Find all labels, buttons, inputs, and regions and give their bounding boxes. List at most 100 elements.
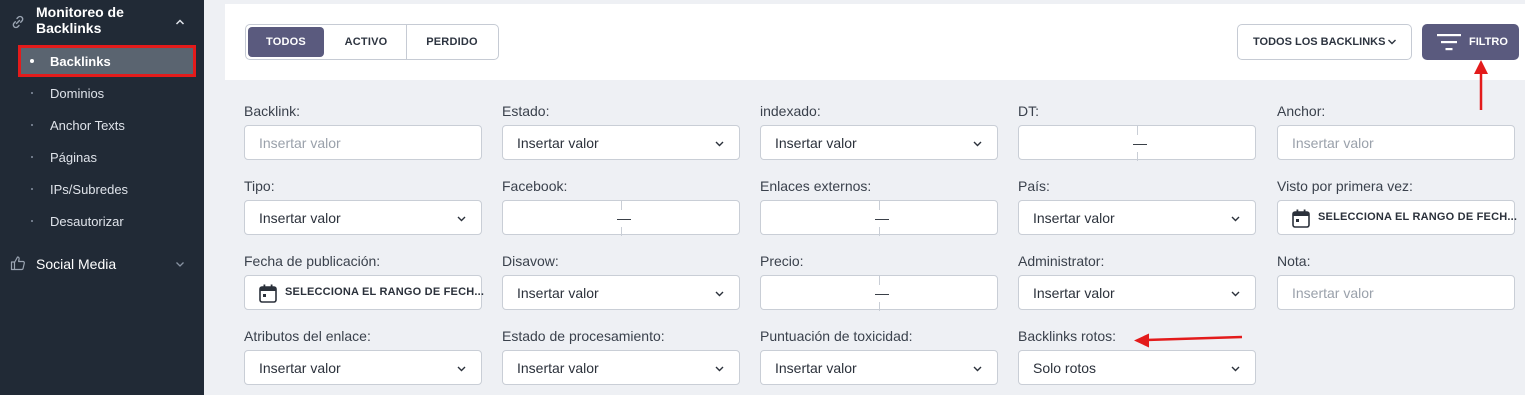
backlinks-scope-dropdown[interactable]: TODOS LOS BACKLINKS	[1237, 24, 1412, 60]
annotation-arrow-up-icon	[1474, 60, 1488, 110]
select-value: Insertar valor	[259, 360, 341, 376]
sidebar-group-backlink-monitoring[interactable]: Monitoreo de Backlinks	[0, 4, 204, 38]
fecha-publicacion-date-range-picker[interactable]: SELECCIONA EL RANGO DE FECH...	[244, 275, 485, 310]
sidebar-group-title-line2: Backlinks	[36, 20, 102, 36]
tipo-select[interactable]: Insertar valor	[244, 200, 482, 235]
chevron-down-icon	[176, 262, 184, 267]
dt-range-input[interactable]: —	[1018, 125, 1256, 161]
input-placeholder: Insertar valor	[259, 135, 341, 151]
status-tabs: TODOS ACTIVO PERDIDO	[245, 24, 499, 60]
visto-date-range-picker[interactable]: SELECCIONA EL RANGO DE FECH...	[1277, 200, 1518, 235]
chevron-down-icon	[1231, 216, 1240, 222]
chevron-up-icon	[175, 19, 185, 25]
sidebar-item-label: Anchor Texts	[50, 117, 125, 133]
bullet-icon	[31, 188, 33, 190]
sidebar-group-title: Social Media	[36, 256, 117, 272]
chevron-down-icon	[457, 216, 466, 222]
estado-select[interactable]: Insertar valor	[502, 125, 740, 160]
calendar-icon	[259, 284, 277, 303]
sidebar-group-title-line1: Monitoreo de	[36, 4, 124, 20]
backlink-input[interactable]: Insertar valor	[244, 125, 482, 160]
sidebar-item-label: IPs/Subredes	[50, 181, 129, 197]
sidebar-item-desautorizar[interactable]: Desautorizar	[18, 206, 196, 236]
date-range-placeholder: SELECCIONA EL RANGO DE FECH...	[1318, 211, 1518, 223]
indexado-select[interactable]: Insertar valor	[760, 125, 998, 160]
field-label: Fecha de publicación:	[244, 253, 381, 269]
range-separator: —	[875, 210, 889, 226]
sidebar-item-anchor-texts[interactable]: Anchor Texts	[18, 110, 196, 140]
field-label: Visto por primera vez:	[1277, 178, 1413, 194]
chevron-down-icon	[715, 291, 724, 297]
administrator-select[interactable]: Insertar valor	[1018, 275, 1256, 310]
bullet-icon	[31, 124, 33, 126]
calendar-icon	[1292, 209, 1310, 228]
field-label: Estado de procesamiento:	[502, 328, 665, 344]
estado-procesamiento-select[interactable]: Insertar valor	[502, 350, 740, 385]
sidebar-group-title: Monitoreo de Backlinks	[36, 4, 124, 36]
field-label: Facebook:	[502, 178, 568, 194]
field-label: DT:	[1018, 103, 1039, 119]
sidebar-item-label: Backlinks	[50, 53, 111, 69]
toxicidad-select[interactable]: Insertar valor	[760, 350, 998, 385]
sidebar-item-ips-subredes[interactable]: IPs/Subredes	[18, 174, 196, 204]
select-value: Insertar valor	[775, 360, 857, 376]
select-value: Insertar valor	[775, 135, 857, 151]
select-value: Insertar valor	[517, 360, 599, 376]
tab-perdido[interactable]: PERDIDO	[407, 25, 497, 59]
backlinks-rotos-select[interactable]: Solo rotos	[1018, 350, 1256, 385]
chevron-down-icon	[973, 141, 982, 147]
disavow-select[interactable]: Insertar valor	[502, 275, 740, 310]
field-label: Backlinks rotos:	[1018, 328, 1117, 344]
field-label: indexado:	[760, 103, 821, 119]
nota-input[interactable]: Insertar valor	[1277, 275, 1515, 310]
sidebar-item-label: Dominios	[50, 85, 105, 101]
field-label: Enlaces externos:	[760, 178, 872, 194]
sidebar-item-label: Páginas	[50, 149, 97, 165]
select-value: Solo rotos	[1033, 360, 1097, 376]
field-label: Puntuación de toxicidad:	[760, 328, 913, 344]
chevron-down-icon	[457, 366, 466, 372]
annotation-arrow-left-icon	[1134, 333, 1243, 348]
thumbs-up-icon	[10, 256, 25, 271]
field-label: Tipo:	[244, 178, 275, 194]
pais-select[interactable]: Insertar valor	[1018, 200, 1256, 235]
chevron-down-icon	[715, 366, 724, 372]
anchor-input[interactable]: Insertar valor	[1277, 125, 1515, 160]
bullet-icon	[30, 59, 34, 63]
filter-icon	[1437, 34, 1461, 51]
precio-range-input[interactable]: —	[760, 275, 998, 311]
range-separator: —	[1133, 135, 1147, 151]
filter-button[interactable]: FILTRO	[1422, 24, 1519, 60]
sidebar-item-backlinks[interactable]: Backlinks	[18, 45, 196, 77]
input-placeholder: Insertar valor	[1292, 285, 1374, 301]
select-value: Insertar valor	[259, 210, 341, 226]
chevron-down-icon	[715, 141, 724, 147]
range-separator: —	[875, 285, 889, 301]
sidebar-item-dominios[interactable]: Dominios	[18, 78, 196, 108]
field-label: Backlink:	[244, 103, 301, 119]
sidebar-item-paginas[interactable]: Páginas	[18, 142, 196, 172]
tab-todos[interactable]: TODOS	[248, 27, 324, 57]
atributos-select[interactable]: Insertar valor	[244, 350, 482, 385]
chevron-down-icon	[1231, 366, 1240, 372]
field-label: Precio:	[760, 253, 804, 269]
field-label: Estado:	[502, 103, 550, 119]
sidebar: Monitoreo de Backlinks Backlinks Dominio…	[0, 0, 204, 395]
date-range-placeholder: SELECCIONA EL RANGO DE FECH...	[285, 286, 485, 298]
select-value: Insertar valor	[1033, 285, 1115, 301]
main-content: TODOS ACTIVO PERDIDO TODOS LOS BACKLINKS…	[204, 0, 1525, 395]
chevron-down-icon	[1231, 291, 1240, 297]
link-icon	[12, 15, 24, 29]
select-value: Insertar valor	[1033, 210, 1115, 226]
tab-activo[interactable]: ACTIVO	[326, 25, 406, 59]
filter-label: FILTRO	[1469, 36, 1508, 48]
field-label: Nota:	[1277, 253, 1311, 269]
field-label: Administrator:	[1018, 253, 1105, 269]
field-label: Disavow:	[502, 253, 559, 269]
field-label: País:	[1018, 178, 1050, 194]
field-label: Atributos del enlace:	[244, 328, 371, 344]
range-separator: —	[617, 210, 631, 226]
sidebar-group-social-media[interactable]: Social Media	[0, 246, 204, 280]
facebook-range-input[interactable]: —	[502, 200, 740, 236]
enlaces-externos-range-input[interactable]: —	[760, 200, 998, 236]
